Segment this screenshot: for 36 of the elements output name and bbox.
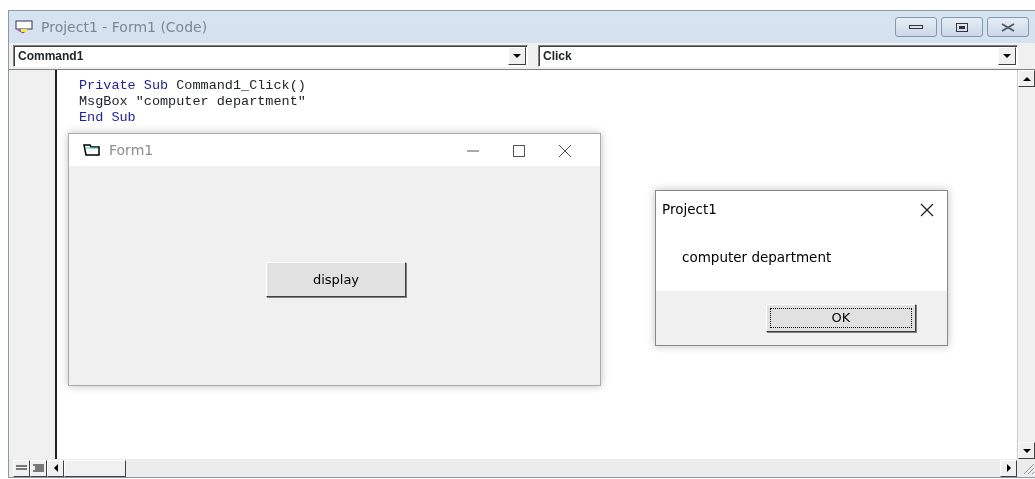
code-line: Private Sub Command1_Click() [79,78,306,94]
code-window-icon [15,20,33,34]
procedure-dropdown[interactable]: Click [538,45,1018,67]
dropdown-arrow-icon [1003,54,1011,58]
scroll-down-button[interactable] [1018,442,1035,459]
message-text: computer department [682,248,832,267]
minimize-icon [909,24,923,30]
code-line: MsgBox "computer department" [79,94,306,110]
maximize-button[interactable] [941,17,983,37]
full-module-view-button[interactable] [30,459,47,477]
object-dropdown[interactable]: Command1 [13,45,528,67]
dialog-title: Project1 [662,199,717,219]
ok-button[interactable]: OK [766,304,916,332]
display-button[interactable]: display [266,262,406,297]
form-icon [83,144,101,156]
dropdown-arrow-icon [513,54,521,58]
code-line: End Sub [79,110,136,126]
close-icon [557,143,573,158]
right-arrow-icon [1006,464,1011,472]
window-title: Project1 - Form1 (Code) [41,17,209,37]
close-button[interactable] [987,17,1029,37]
form-title: Form1 [109,140,155,160]
down-arrow-icon [1022,448,1031,453]
size-grip-icon [1021,461,1035,475]
scroll-left-button[interactable] [47,459,64,477]
scroll-up-button[interactable] [1018,70,1035,87]
close-icon [1001,22,1015,32]
left-arrow-icon [53,464,58,472]
up-arrow-icon [1022,76,1031,81]
maximize-icon [511,143,527,158]
scroll-thumb[interactable] [64,459,126,477]
maximize-icon [956,22,968,32]
minimize-button[interactable] [895,17,937,37]
scroll-right-button[interactable] [1000,459,1017,477]
procedure-view-button[interactable] [13,459,30,477]
close-icon [919,202,935,217]
